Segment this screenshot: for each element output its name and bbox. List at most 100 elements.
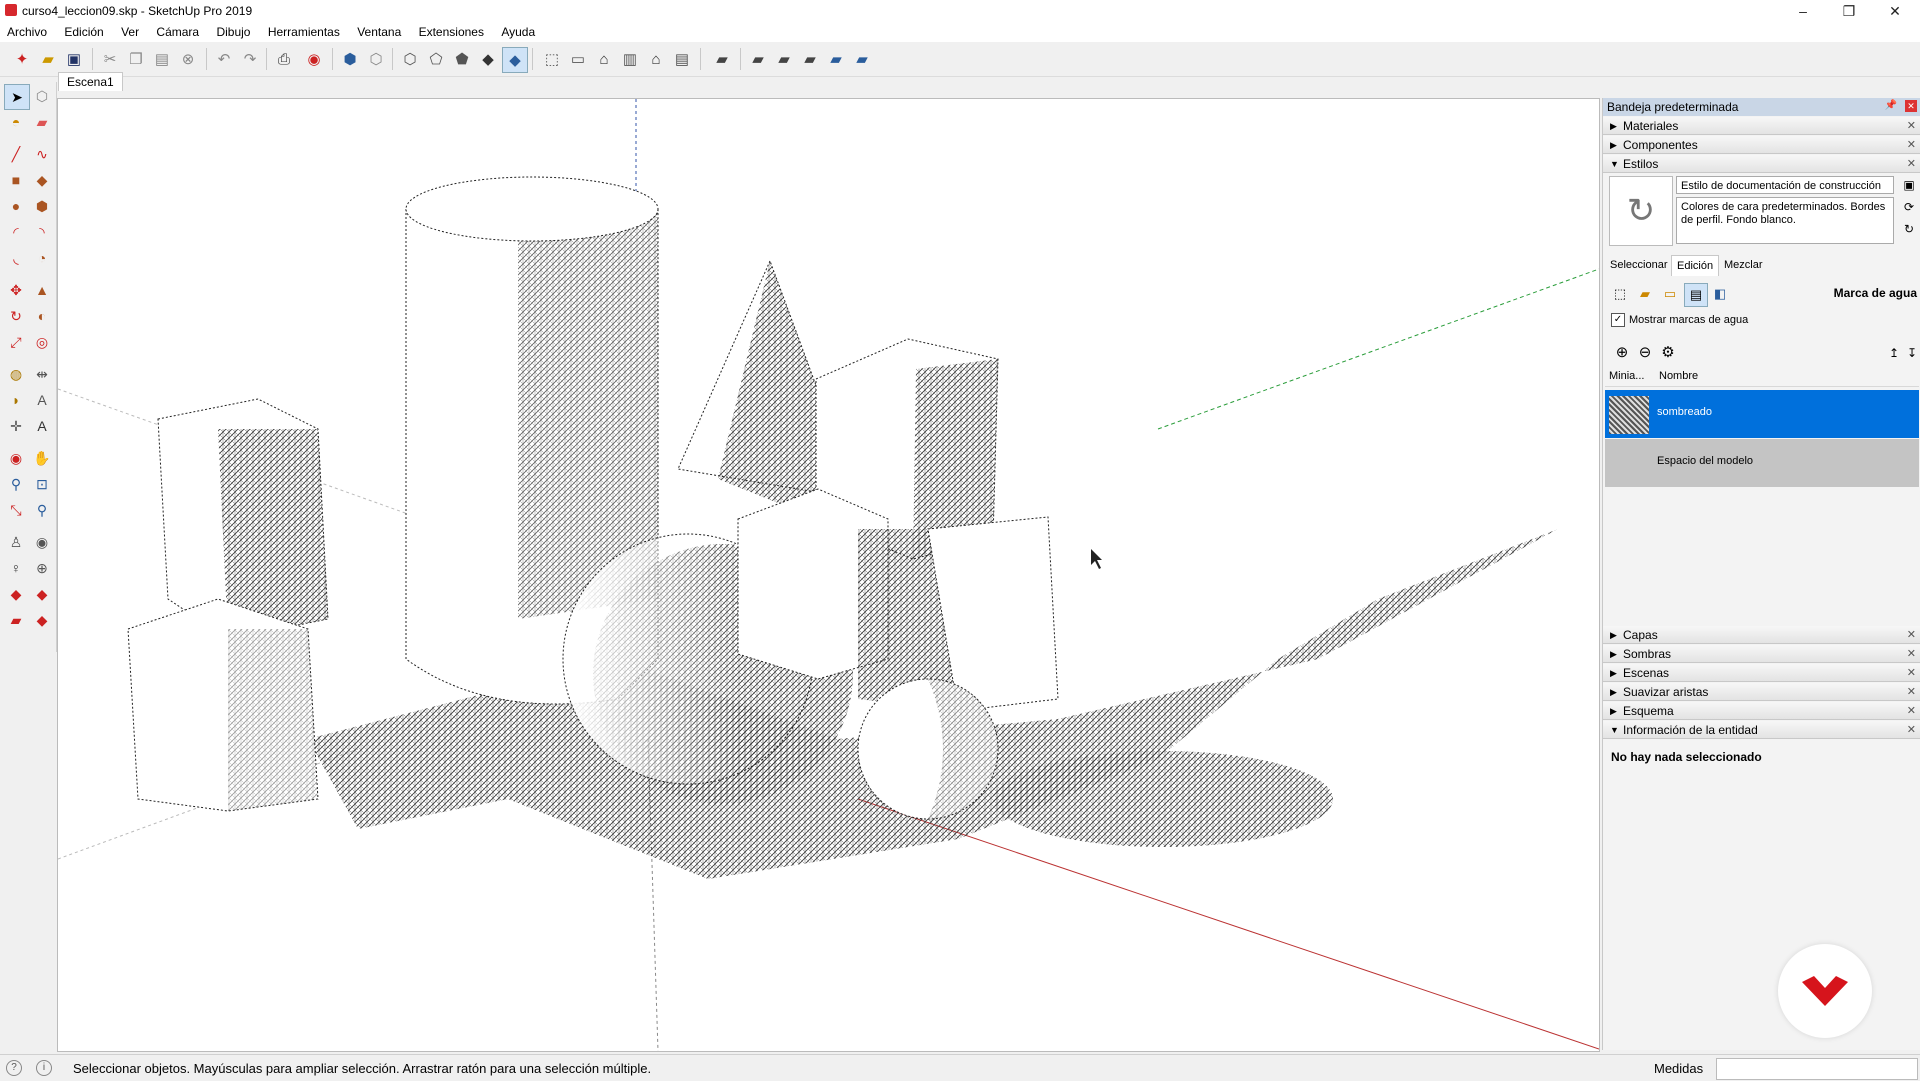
menu-extensiones[interactable]: Extensiones [412,22,491,42]
offset-icon[interactable]: ◎ [30,330,54,354]
shaded-textures-icon[interactable]: ◆ [476,47,500,71]
panel-close-icon[interactable]: ✕ [1907,117,1916,135]
watermark-settings-gear-icon[interactable]: ⚙ [1659,344,1677,362]
section-plane-icon[interactable]: ⊕ [30,556,54,580]
extension-2-icon[interactable]: ▰ [772,47,796,71]
position-camera-icon[interactable]: ♙ [4,530,28,554]
walk-icon[interactable]: ♀ [4,556,28,580]
erase-icon[interactable]: ⊗ [176,47,200,71]
refresh-icon[interactable]: ↻ [1900,222,1918,240]
menu-camara[interactable]: Cámara [149,22,206,42]
back-view-icon[interactable]: ⌂ [644,47,668,71]
watermark-settings-icon[interactable]: ▤ [1684,283,1708,307]
panel-close-icon[interactable]: ✕ [1907,664,1916,682]
panel-close-icon[interactable]: ✕ [1907,721,1916,739]
tape-measure-icon[interactable]: ◍ [4,362,28,386]
iso-view-icon[interactable]: ⬚ [540,47,564,71]
panel-escenas[interactable]: ▶ Escenas ✕ [1603,664,1920,682]
3d-text-icon[interactable]: A [30,414,54,438]
style-description-field[interactable]: Colores de cara predeterminados. Bordes … [1676,197,1894,244]
pie-icon[interactable]: ◔ [30,246,54,270]
make-component-icon[interactable]: ⬡ [30,84,54,108]
paste-icon[interactable]: ▤ [150,47,174,71]
tray-close-icon[interactable]: ✕ [1905,100,1917,112]
wireframe-icon[interactable]: ⬡ [398,47,422,71]
zoom-extents-icon[interactable]: ⤡ [4,498,28,522]
panel-esquema[interactable]: ▶ Esquema ✕ [1603,702,1920,720]
back-edges-icon[interactable]: ⬡ [364,47,388,71]
protractor-icon[interactable]: ◗ [4,388,28,412]
model-info-icon[interactable]: ◉ [302,47,326,71]
open-folder-icon[interactable]: ▰ [36,47,60,71]
redo-icon[interactable]: ↷ [238,47,262,71]
two-point-arc-icon[interactable]: ◝ [30,220,54,244]
menu-edicion[interactable]: Edición [57,22,110,42]
panel-componentes[interactable]: ▶ Componentes ✕ [1603,136,1920,154]
shaded-icon[interactable]: ⬟ [450,47,474,71]
list-item[interactable]: Espacio del modelo [1605,439,1919,487]
measurements-input[interactable] [1716,1058,1918,1080]
model-viewport[interactable] [57,98,1600,1052]
extension-5-icon[interactable]: ▰ [850,47,874,71]
show-watermarks-row[interactable]: ✓ Mostrar marcas de agua [1611,313,1748,327]
panel-close-icon[interactable]: ✕ [1907,702,1916,720]
update-style-icon[interactable]: ⟳ [1900,200,1918,218]
xray-icon[interactable]: ⬢ [338,47,362,71]
hidden-line-icon[interactable]: ⬠ [424,47,448,71]
panel-sombras[interactable]: ▶ Sombras ✕ [1603,645,1920,663]
extension-1-icon[interactable]: ▰ [746,47,770,71]
left-view-icon[interactable]: ▤ [670,47,694,71]
menu-herramientas[interactable]: Herramientas [261,22,347,42]
panel-close-icon[interactable]: ✕ [1907,136,1916,154]
print-icon[interactable]: ⎙ [272,47,296,71]
sandbox-4-icon[interactable]: ◆ [30,608,54,632]
menu-ventana[interactable]: Ventana [350,22,408,42]
minimize-icon[interactable]: – [1780,0,1826,22]
warehouse-icon[interactable]: ▰ [710,47,734,71]
add-watermark-icon[interactable]: ⊕ [1613,344,1631,362]
background-settings-icon[interactable]: ▭ [1659,283,1681,305]
menu-ayuda[interactable]: Ayuda [494,22,542,42]
front-view-icon[interactable]: ⌂ [592,47,616,71]
move-down-icon[interactable]: ↧ [1903,344,1920,362]
edge-settings-icon[interactable]: ⬚ [1609,283,1631,305]
undo-icon[interactable]: ↶ [212,47,236,71]
look-around-icon[interactable]: ◉ [30,530,54,554]
show-watermarks-checkbox[interactable]: ✓ [1611,313,1625,327]
select-icon[interactable]: ➤ [4,84,30,110]
previous-view-icon[interactable]: ⚲ [30,498,54,522]
info-icon[interactable]: i [36,1060,52,1076]
zoom-window-icon[interactable]: ⊡ [30,472,54,496]
restore-icon[interactable]: ❐ [1826,0,1872,22]
tab-seleccionar[interactable]: Seleccionar [1605,255,1672,275]
new-file-icon[interactable]: ✦ [10,47,34,71]
panel-informacion-entidad[interactable]: ▼ Información de la entidad ✕ [1603,721,1920,739]
move-up-icon[interactable]: ↥ [1885,344,1903,362]
copy-icon[interactable]: ❐ [124,47,148,71]
create-style-icon[interactable]: ▣ [1900,178,1918,196]
text-icon[interactable]: A [30,388,54,412]
panel-close-icon[interactable]: ✕ [1907,155,1916,173]
sandbox-1-icon[interactable]: ◆ [4,582,28,606]
panel-close-icon[interactable]: ✕ [1907,683,1916,701]
scene-tab[interactable]: Escena1 [58,72,123,91]
modeling-settings-icon[interactable]: ◧ [1709,283,1731,305]
sandbox-3-icon[interactable]: ▰ [4,608,28,632]
sandbox-2-icon[interactable]: ◆ [30,582,54,606]
freehand-icon[interactable]: ∿ [30,142,54,166]
eraser-icon[interactable]: ▰ [30,110,54,134]
pan-icon[interactable]: ✋ [30,446,54,470]
menu-archivo[interactable]: Archivo [0,22,54,42]
arc-icon[interactable]: ◜ [4,220,28,244]
push-pull-icon[interactable]: ▲ [30,278,54,302]
menu-dibujo[interactable]: Dibujo [209,22,257,42]
pin-icon[interactable]: 📌 [1885,100,1897,111]
panel-capas[interactable]: ▶ Capas ✕ [1603,626,1920,644]
panel-estilos[interactable]: ▼ Estilos ✕ [1603,155,1920,173]
list-item[interactable]: sombreado [1605,390,1919,438]
face-settings-icon[interactable]: ▰ [1634,283,1656,305]
zoom-icon[interactable]: ⚲ [4,472,28,496]
panel-close-icon[interactable]: ✕ [1907,626,1916,644]
orbit-icon[interactable]: ◉ [4,446,28,470]
rotate-icon[interactable]: ↻ [4,304,28,328]
